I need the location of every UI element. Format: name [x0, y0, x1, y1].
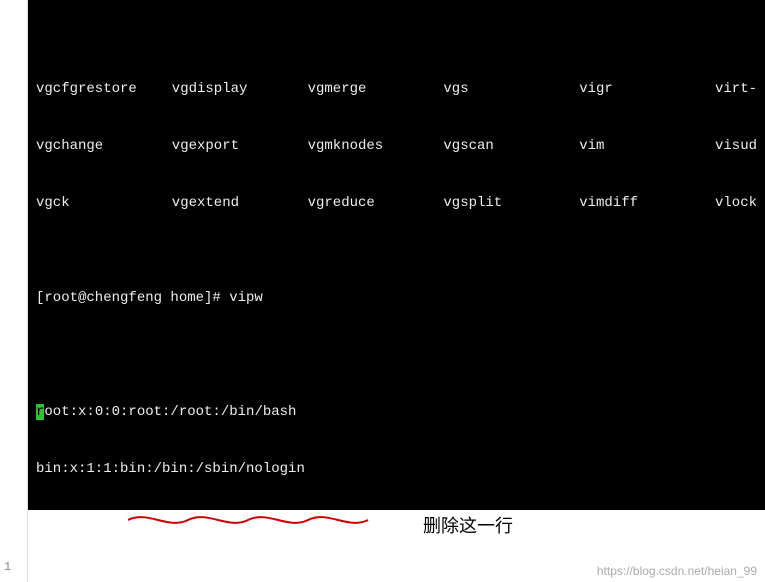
cmd-item: vgsplit: [443, 194, 579, 213]
shell-prompt: [root@chengfeng home]# vipw: [36, 289, 757, 308]
cmd-item: virt-: [715, 80, 757, 99]
cmd-item: vgmerge: [308, 80, 444, 99]
editor-gutter: 1: [0, 0, 28, 582]
command-completion-list: vgcfgrestore vgdisplay vgmerge vgs vigr …: [36, 42, 757, 251]
cmd-item: vgreduce: [308, 194, 444, 213]
cmd-item: vgextend: [172, 194, 308, 213]
cmd-item: vgck: [36, 194, 172, 213]
cmd-row: vgck vgextend vgreduce vgsplit vimdiff v…: [36, 194, 757, 213]
cmd-item: vgexport: [172, 137, 308, 156]
cmd-item: vlock: [715, 194, 757, 213]
passwd-line-root: root:x:0:0:root:/root:/bin/bash: [36, 403, 757, 422]
cmd-item: vgs: [443, 80, 579, 99]
passwd-line-text: oot:x:0:0:root:/root:/bin/bash: [44, 404, 296, 420]
terminal-viewport[interactable]: vgcfgrestore vgdisplay vgmerge vgs vigr …: [28, 0, 765, 555]
cmd-item: vgmknodes: [308, 137, 444, 156]
cmd-item: vigr: [579, 80, 715, 99]
passwd-line: bin:x:1:1:bin:/bin:/sbin/nologin: [36, 460, 757, 479]
cmd-row: vgcfgrestore vgdisplay vgmerge vgs vigr …: [36, 80, 757, 99]
cmd-item: vimdiff: [579, 194, 715, 213]
cmd-item: vgscan: [443, 137, 579, 156]
passwd-line: daemon:x:2:2:daemon:/sbin:/sbin/nologin: [36, 517, 757, 536]
line-number: 1: [4, 560, 11, 574]
cmd-row: vgchange vgexport vgmknodes vgscan vim v…: [36, 137, 757, 156]
cmd-item: vgdisplay: [172, 80, 308, 99]
cmd-item: vim: [579, 137, 715, 156]
watermark-text: https://blog.csdn.net/heian_99: [597, 564, 757, 578]
blank-line: [36, 346, 757, 365]
cmd-item: visud: [715, 137, 757, 156]
cmd-item: vgchange: [36, 137, 172, 156]
cmd-item: vgcfgrestore: [36, 80, 172, 99]
